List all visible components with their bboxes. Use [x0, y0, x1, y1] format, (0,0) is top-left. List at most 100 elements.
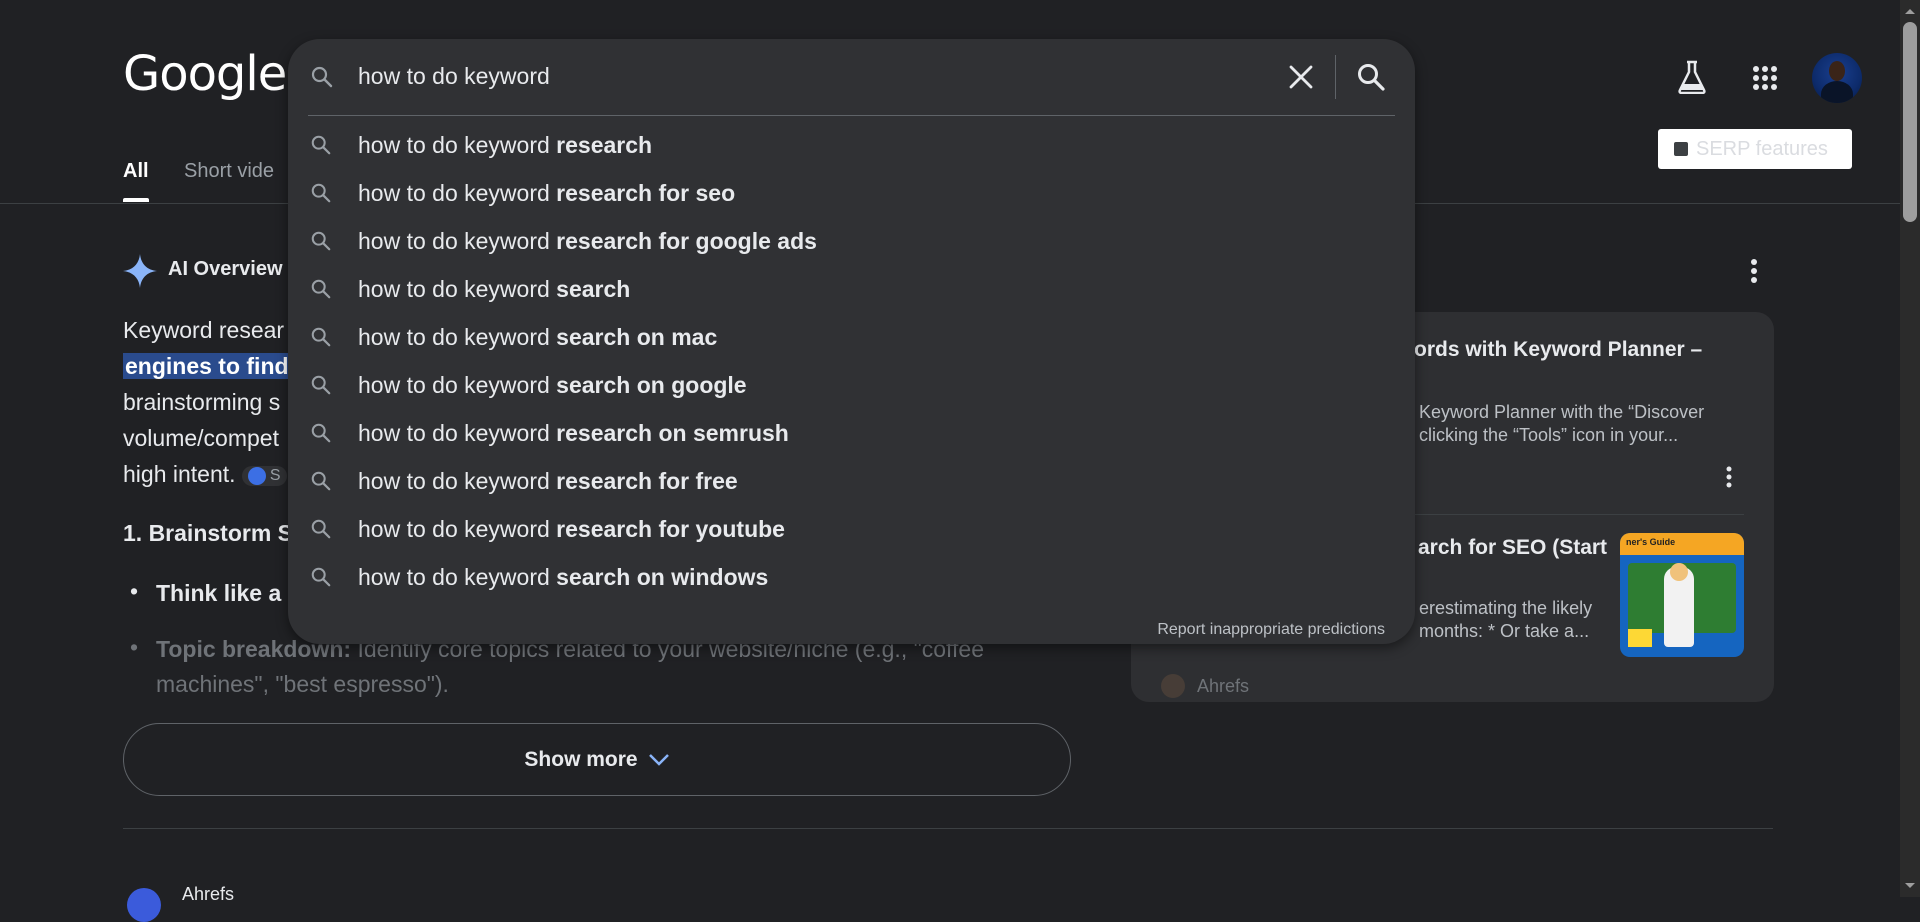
avatar[interactable]: [1812, 53, 1862, 103]
search-icon: [310, 374, 332, 396]
suggestion-prefix: how to do keyword: [358, 564, 557, 590]
source-card-1-snippet-2: clicking the “Tools” icon in your...: [1419, 425, 1679, 445]
serp-features-label: SERP features: [1696, 137, 1828, 160]
chevron-down-icon: [648, 753, 669, 766]
search-bar-separator: [1335, 55, 1336, 99]
suggestion-text: how to do keyword research: [358, 132, 652, 159]
close-icon: [1289, 65, 1313, 89]
suggestion-prefix: how to do keyword: [358, 132, 557, 158]
suggestion-prefix: how to do keyword: [358, 276, 557, 302]
source-card-2-thumbnail[interactable]: ner's Guide: [1620, 533, 1744, 657]
google-logo[interactable]: Google: [123, 46, 287, 102]
suggestion-item[interactable]: how to do keyword research on semrush: [288, 409, 1415, 457]
suggestion-text: how to do keyword search: [358, 276, 630, 303]
thumbnail-text: ner's Guide: [1620, 533, 1744, 555]
highlighted-text: engines to find: [123, 353, 291, 379]
ahrefs-favicon-icon: [1161, 674, 1185, 698]
suggestion-completion: search on mac: [556, 324, 718, 350]
suggestion-text: how to do keyword research for youtube: [358, 516, 785, 543]
ai-section-heading: 1. Brainstorm S: [123, 520, 293, 546]
apps-grid-icon[interactable]: [1744, 57, 1786, 99]
suggestion-text: how to do keyword search on google: [358, 372, 747, 399]
tab-all[interactable]: All: [123, 160, 149, 183]
suggestion-completion: research on semrush: [556, 420, 789, 446]
serp-features-button[interactable]: SERP features: [1658, 129, 1852, 169]
checkbox-icon: [1674, 142, 1688, 156]
source-card-1-title[interactable]: ords with Keyword Planner –: [1414, 338, 1702, 362]
suggestion-item[interactable]: how to do keyword search: [288, 265, 1415, 313]
source-card-1-snippet-1: Keyword Planner with the “Discover: [1419, 402, 1705, 422]
more-options-icon[interactable]: [1725, 466, 1733, 488]
search-autocomplete-dropdown: how to do keyword how to do keyword rese…: [288, 39, 1415, 644]
suggestion-prefix: how to do keyword: [358, 324, 557, 350]
suggestion-prefix: how to do keyword: [358, 228, 557, 254]
search-icon: [1358, 64, 1385, 91]
source-chip[interactable]: S: [241, 465, 287, 486]
source-chip-label: S: [269, 466, 281, 484]
source-card-2-snippet-1: erestimating the likely: [1419, 598, 1593, 618]
suggestion-prefix: how to do keyword: [358, 372, 557, 398]
search-icon: [310, 422, 332, 444]
ai-text-line-3: brainstorming s: [123, 389, 281, 415]
suggestion-item[interactable]: how to do keyword research for seo: [288, 169, 1415, 217]
suggestion-completion: search: [556, 276, 631, 302]
show-more-button[interactable]: Show more: [123, 723, 1071, 796]
scroll-down-icon[interactable]: [1902, 879, 1918, 893]
search-icon: [310, 470, 332, 492]
suggestion-text: how to do keyword search on windows: [358, 564, 768, 591]
bullet-dot: •: [130, 578, 139, 604]
tab-active-indicator: [123, 198, 149, 202]
suggestion-prefix: how to do keyword: [358, 420, 557, 446]
search-icon: [310, 65, 334, 89]
suggestion-completion: research for google ads: [556, 228, 817, 254]
ahrefs-favicon-icon: [127, 888, 161, 922]
search-icon: [310, 230, 332, 252]
ai-text-line-4: volume/compet: [123, 425, 279, 451]
suggestion-item[interactable]: how to do keyword search on google: [288, 361, 1415, 409]
search-icon: [310, 278, 332, 300]
search-icon: [310, 566, 332, 588]
suggestion-completion: search on windows: [556, 564, 769, 590]
suggestion-item[interactable]: how to do keyword research for google ad…: [288, 217, 1415, 265]
source-card-2-title[interactable]: arch for SEO (Start: [1418, 536, 1607, 560]
bullet-2-cont: machines", "best espresso").: [156, 671, 449, 697]
search-icon: [310, 182, 332, 204]
suggestion-item[interactable]: how to do keyword search on mac: [288, 313, 1415, 361]
ai-sparkle-icon: [123, 254, 157, 288]
suggestion-completion: research for seo: [556, 180, 736, 206]
search-input[interactable]: how to do keyword: [358, 63, 550, 90]
suggestion-item[interactable]: how to do keyword research for youtube: [288, 505, 1415, 553]
ai-text-line-1: Keyword resear: [123, 317, 285, 343]
source-card-3-source: Ahrefs: [1197, 676, 1250, 696]
suggestion-item[interactable]: how to do keyword research for free: [288, 457, 1415, 505]
suggestion-item[interactable]: how to do keyword research: [288, 121, 1415, 169]
scrollbar-thumb[interactable]: [1903, 22, 1917, 222]
result-site-name[interactable]: Ahrefs: [182, 884, 234, 905]
suggestion-prefix: how to do keyword: [358, 468, 557, 494]
search-icon: [310, 518, 332, 540]
search-icon: [310, 326, 332, 348]
tab-short-videos[interactable]: Short vide: [184, 160, 274, 183]
ai-overview-title: AI Overview: [168, 258, 283, 280]
section-divider: [123, 828, 1773, 829]
ai-text-line-5: high intent. S: [123, 461, 287, 488]
suggestion-item[interactable]: how to do keyword search on windows: [288, 553, 1415, 601]
suggestion-prefix: how to do keyword: [358, 180, 557, 206]
ai-text-line-2: engines to find: [123, 353, 291, 380]
suggestion-completion: research for youtube: [556, 516, 785, 542]
search-submit-button[interactable]: [1351, 57, 1391, 97]
clear-search-button[interactable]: [1283, 59, 1319, 95]
suggestion-text: how to do keyword research for google ad…: [358, 228, 817, 255]
bullet-1-text: Think like a: [156, 580, 282, 606]
source-card-2-snippet-2: months: * Or take a...: [1419, 621, 1590, 641]
scroll-up-icon[interactable]: [1902, 4, 1918, 18]
more-options-icon[interactable]: [1750, 258, 1758, 284]
bullet-dot: •: [130, 634, 139, 660]
suggestion-completion: research: [556, 132, 653, 158]
search-bar: how to do keyword: [288, 39, 1415, 115]
show-more-label: Show more: [524, 747, 638, 771]
report-predictions-link[interactable]: Report inappropriate predictions: [288, 621, 1385, 639]
suggestion-prefix: how to do keyword: [358, 516, 557, 542]
ai-text-line-5-text: high intent.: [123, 461, 236, 487]
flask-icon[interactable]: [1671, 56, 1713, 98]
